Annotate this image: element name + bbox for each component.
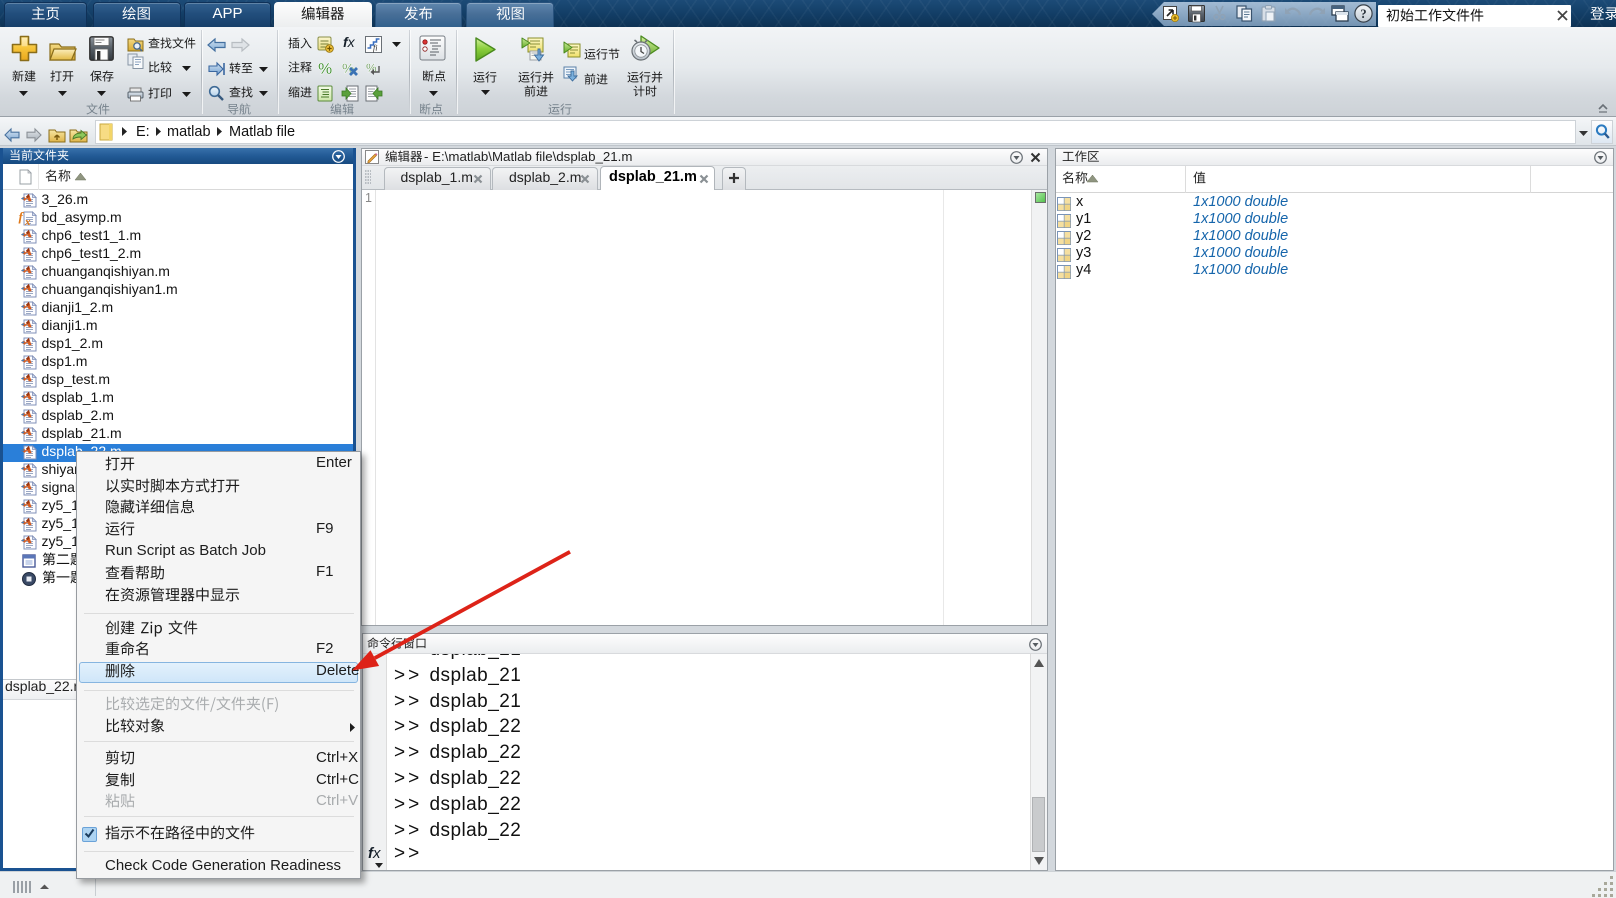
svg-text:%: %: [366, 61, 377, 75]
svg-text:?: ?: [1360, 7, 1366, 21]
svg-text:x: x: [24, 216, 31, 228]
svg-text:fi: fi: [373, 44, 377, 53]
svg-text:%: %: [318, 61, 332, 78]
